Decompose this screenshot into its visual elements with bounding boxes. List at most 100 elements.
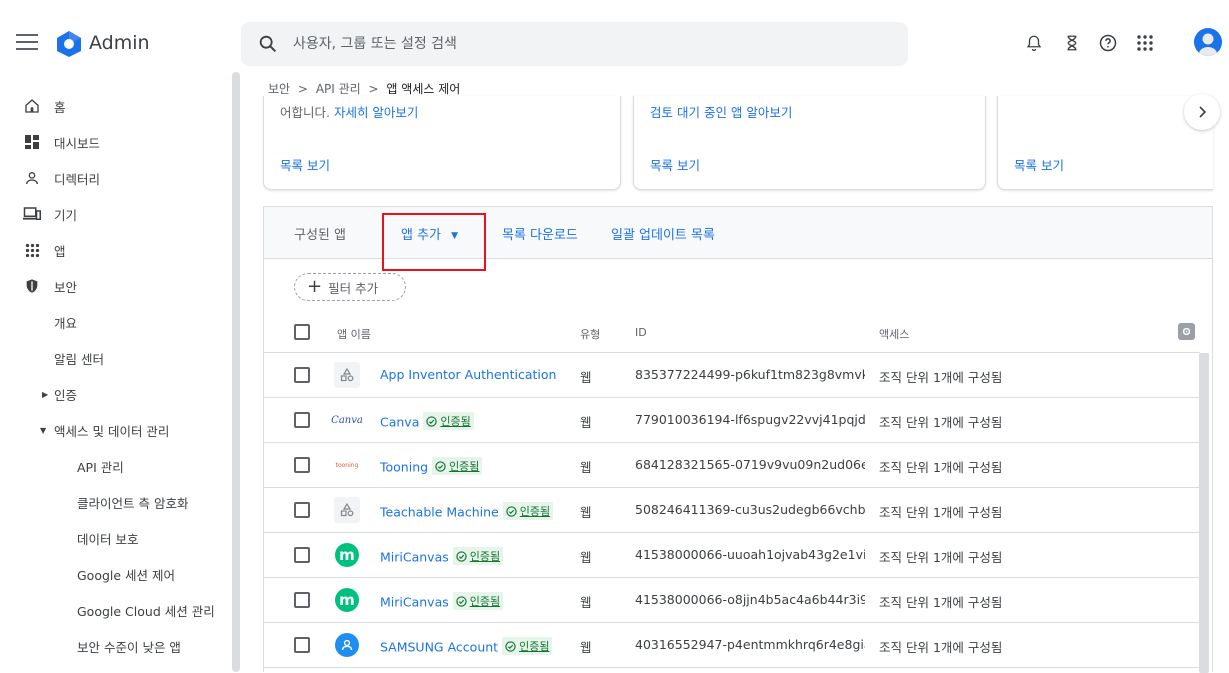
learn-more-link[interactable]: 자세히 알아보기	[334, 105, 418, 120]
app-name-text[interactable]: App Inventor Authentication	[380, 367, 556, 382]
access-status: 조직 단위 1개에 구성됨	[879, 505, 1003, 520]
column-header-id[interactable]: ID	[635, 326, 647, 339]
row-checkbox[interactable]	[294, 367, 310, 383]
view-list-link[interactable]: 목록 보기	[1014, 155, 1064, 174]
column-header-name[interactable]: 앱 이름	[337, 326, 371, 342]
search-input[interactable]	[293, 22, 893, 66]
notifications-bell-icon[interactable]	[1022, 31, 1046, 55]
verified-badge[interactable]: 인증됨	[452, 547, 504, 565]
app-name-text[interactable]: Teachable Machine	[380, 505, 499, 520]
account-avatar[interactable]	[1194, 28, 1222, 56]
table-row[interactable]: tooning Tooning 인증됨 웹 684128321565-0719v9vu0…	[264, 443, 1200, 488]
add-filter-button[interactable]: + 필터 추가	[294, 273, 406, 301]
app-name-text[interactable]: MiriCanvas	[380, 550, 449, 565]
view-list-link[interactable]: 목록 보기	[280, 155, 330, 174]
row-checkbox[interactable]	[294, 412, 310, 428]
row-checkbox[interactable]	[294, 547, 310, 563]
app-name-link[interactable]: Teachable Machine 인증됨	[380, 502, 554, 520]
breadcrumb-api-management[interactable]: API 관리	[316, 82, 361, 96]
verified-label[interactable]: 인증됨	[519, 638, 549, 654]
sidebar-item-devices[interactable]: 기기	[0, 196, 232, 232]
check-circle-icon	[506, 505, 517, 517]
view-list-link[interactable]: 목록 보기	[650, 155, 700, 174]
tab-configured-apps[interactable]: 구성된 앱	[294, 224, 346, 243]
table-row[interactable]: Teachable Machine 인증됨 웹 508246411369-cu3us2…	[264, 488, 1200, 533]
sidebar-item-home[interactable]: 홈	[0, 88, 232, 124]
table-row[interactable]: Canva Canva 인증됨 웹 779010036194-lf6spugv22vvj…	[264, 398, 1200, 443]
sidebar-item-alert-center[interactable]: 알림 센터	[0, 340, 232, 376]
bulk-update-list-button[interactable]: 일괄 업데이트 목록	[611, 224, 715, 243]
app-name-link[interactable]: MiriCanvas 인증됨	[380, 547, 504, 565]
miricanvas-logo: m	[334, 587, 360, 613]
carousel-next-button[interactable]	[1184, 94, 1220, 130]
client-id: 684128321565-0719v9vu09n2ud06e...	[635, 457, 865, 472]
sidebar-item-label: 보안	[54, 279, 78, 295]
verified-label[interactable]: 인증됨	[470, 548, 500, 564]
sidebar-item-overview[interactable]: 개요	[0, 304, 232, 340]
row-checkbox[interactable]	[294, 637, 310, 653]
app-name-link[interactable]: App Inventor Authentication	[380, 367, 556, 382]
verified-badge[interactable]: 인증됨	[432, 457, 483, 475]
apps-launcher-icon[interactable]	[1133, 31, 1157, 55]
table-row[interactable]: m MiriCanvas 인증됨 웹 41538000066-uuoah1ojvab43…	[264, 533, 1200, 578]
table-row[interactable]: SAMSUNG Account 인증됨 웹 40316552947-p4entmmkh…	[264, 623, 1200, 668]
verified-label[interactable]: 인증됨	[440, 413, 470, 429]
sidebar-item-dashboard[interactable]: 대시보드	[0, 124, 232, 160]
verified-badge[interactable]: 인증됨	[502, 502, 554, 520]
breadcrumb-security[interactable]: 보안	[268, 82, 290, 96]
column-header-access[interactable]: 액세스	[879, 326, 909, 342]
sidebar-item-directory[interactable]: 디렉터리	[0, 160, 232, 196]
app-name-text[interactable]: MiriCanvas	[380, 595, 449, 610]
verified-label[interactable]: 인증됨	[520, 503, 550, 519]
row-checkbox[interactable]	[294, 457, 310, 473]
row-checkbox[interactable]	[294, 592, 310, 608]
app-name-text[interactable]: SAMSUNG Account	[380, 640, 498, 655]
admin-logo-icon[interactable]	[55, 30, 83, 58]
add-app-dropdown[interactable]: 앱 추가 ▼	[401, 224, 458, 243]
sidebar-item-client-side-encryption[interactable]: 클라이언트 측 암호화	[0, 484, 232, 520]
verified-badge[interactable]: 인증됨	[423, 412, 474, 430]
app-name-text[interactable]: Canva	[380, 415, 419, 430]
sidebar-item-security[interactable]: 보안	[0, 268, 232, 304]
sidebar-item-label: 액세스 및 데이터 관리	[54, 423, 170, 439]
verified-label[interactable]: 인증됨	[449, 458, 479, 474]
sidebar-item-api-management[interactable]: API 관리	[0, 448, 232, 484]
sidebar-item-less-secure-apps[interactable]: 보안 수준이 낮은 앱	[0, 628, 232, 664]
help-icon[interactable]	[1096, 31, 1120, 55]
app-name-link[interactable]: Canva 인증됨	[380, 412, 474, 430]
sidebar-item-apps[interactable]: 앱	[0, 232, 232, 268]
column-header-type[interactable]: 유형	[580, 326, 600, 342]
breadcrumb-separator: >	[368, 82, 379, 96]
sidebar-item-label: 홈	[54, 99, 66, 115]
download-list-button[interactable]: 목록 다운로드	[502, 224, 578, 243]
sidebar-scrollbar[interactable]	[232, 72, 240, 672]
table-scrollbar[interactable]	[1199, 353, 1209, 673]
verified-label[interactable]: 인증됨	[470, 593, 500, 609]
app-name-link[interactable]: Tooning 인증됨	[380, 457, 483, 475]
sidebar-item-data-protection[interactable]: 데이터 보호	[0, 520, 232, 556]
row-checkbox[interactable]	[294, 502, 310, 518]
verified-badge[interactable]: 인증됨	[452, 592, 504, 610]
brand-name[interactable]: Admin	[89, 32, 150, 54]
pending-review-link[interactable]: 검토 대기 중인 앱 알아보기	[650, 105, 792, 120]
search-bar[interactable]	[241, 22, 908, 66]
client-id: 835377224499-p6kuf1tm823g8vmvk...	[635, 367, 865, 382]
app-name-text[interactable]: Tooning	[380, 460, 428, 475]
sidebar-item-access-data-management[interactable]: ▼ 액세스 및 데이터 관리	[0, 412, 232, 448]
sidebar-item-google-session-control[interactable]: Google 세션 제어	[0, 556, 232, 592]
app-name-link[interactable]: MiriCanvas 인증됨	[380, 592, 504, 610]
client-id: 508246411369-cu3us2udegb66vchbt...	[635, 502, 865, 517]
table-row[interactable]: m MiriCanvas 인증됨 웹 41538000066-o8jjn4b5ac4a6…	[264, 578, 1200, 623]
app-name-link[interactable]: SAMSUNG Account 인증됨	[380, 637, 553, 655]
column-settings-icon[interactable]	[1178, 323, 1195, 340]
sidebar-item-authentication[interactable]: ▶ 인증	[0, 376, 232, 412]
sidebar-item-google-cloud-session[interactable]: Google Cloud 세션 관리	[0, 592, 232, 628]
select-all-checkbox[interactable]	[294, 324, 310, 340]
main-menu-icon[interactable]	[16, 34, 38, 50]
tasks-hourglass-icon[interactable]	[1060, 31, 1084, 55]
sidebar-item-label: 기기	[54, 207, 78, 223]
table-row[interactable]: App Inventor Authentication 웹 835377224499…	[264, 353, 1200, 398]
verified-badge[interactable]: 인증됨	[502, 637, 553, 655]
devices-icon	[23, 205, 41, 223]
search-icon[interactable]	[257, 33, 279, 55]
